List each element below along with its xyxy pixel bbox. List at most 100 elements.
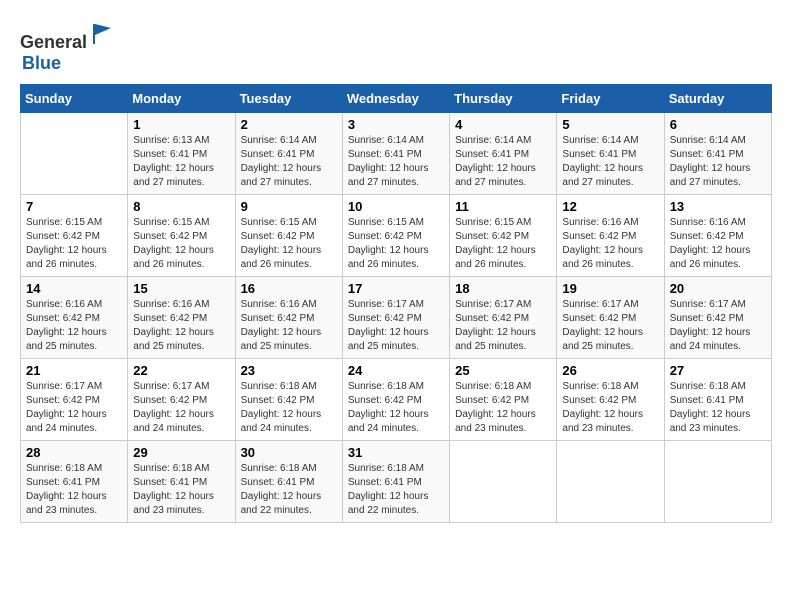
calendar-day-cell: 4Sunrise: 6:14 AMSunset: 6:41 PMDaylight… [450,113,557,195]
day-number: 2 [241,117,337,132]
day-info: Sunrise: 6:14 AMSunset: 6:41 PMDaylight:… [670,134,766,190]
day-number: 9 [241,199,337,214]
day-info: Sunrise: 6:17 AMSunset: 6:42 PMDaylight:… [670,298,766,354]
day-info: Sunrise: 6:15 AMSunset: 6:42 PMDaylight:… [348,216,444,272]
day-number: 15 [133,281,229,296]
day-number: 19 [562,281,658,296]
calendar-day-cell: 6 Sunrise: 6:14 AMSunset: 6:41 PMDaylight… [664,113,771,195]
day-number: 29 [133,445,229,460]
calendar-day-cell [664,441,771,523]
calendar-day-cell: 14 Sunrise: 6:16 AMSunset: 6:42 PMDayligh… [21,277,128,359]
day-info: Sunrise: 6:18 AMSunset: 6:41 PMDaylight:… [670,380,766,436]
day-info: Sunrise: 6:18 AMSunset: 6:42 PMDaylight:… [455,380,551,436]
day-number: 10 [348,199,444,214]
calendar-day-cell: 17Sunrise: 6:17 AMSunset: 6:42 PMDayligh… [342,277,449,359]
calendar-day-cell: 27 Sunrise: 6:18 AMSunset: 6:41 PMDayligh… [664,359,771,441]
calendar-day-cell: 16 Sunrise: 6:16 AMSunset: 6:42 PMDayligh… [235,277,342,359]
day-info: Sunrise: 6:13 AMSunset: 6:41 PMDaylight:… [133,134,229,190]
day-info: Sunrise: 6:16 AMSunset: 6:42 PMDaylight:… [133,298,229,354]
calendar-day-cell: 8 Sunrise: 6:15 AMSunset: 6:42 PMDaylight… [128,195,235,277]
day-info: Sunrise: 6:16 AMSunset: 6:42 PMDaylight:… [562,216,658,272]
logo-flag-icon [89,20,117,48]
day-info: Sunrise: 6:15 AMSunset: 6:42 PMDaylight:… [26,216,122,272]
calendar-day-cell: 21Sunrise: 6:17 AMSunset: 6:42 PMDayligh… [21,359,128,441]
day-info: Sunrise: 6:18 AMSunset: 6:41 PMDaylight:… [133,462,229,518]
calendar-day-cell: 15 Sunrise: 6:16 AMSunset: 6:42 PMDayligh… [128,277,235,359]
calendar-day-cell: 23 Sunrise: 6:18 AMSunset: 6:42 PMDayligh… [235,359,342,441]
day-info: Sunrise: 6:18 AMSunset: 6:42 PMDaylight:… [241,380,337,436]
calendar-day-cell: 26 Sunrise: 6:18 AMSunset: 6:42 PMDayligh… [557,359,664,441]
day-number: 12 [562,199,658,214]
day-info: Sunrise: 6:15 AMSunset: 6:42 PMDaylight:… [133,216,229,272]
calendar-day-cell: 3 Sunrise: 6:14 AMSunset: 6:41 PMDaylight… [342,113,449,195]
day-info: Sunrise: 6:18 AMSunset: 6:42 PMDaylight:… [348,380,444,436]
day-number: 17 [348,281,444,296]
day-info: Sunrise: 6:14 AMSunset: 6:41 PMDaylight:… [455,134,551,190]
logo-text: General Blue [20,20,117,74]
day-number: 23 [241,363,337,378]
day-info: Sunrise: 6:14 AMSunset: 6:41 PMDaylight:… [348,134,444,190]
day-info: Sunrise: 6:17 AMSunset: 6:42 PMDaylight:… [133,380,229,436]
day-number: 3 [348,117,444,132]
day-info: Sunrise: 6:15 AMSunset: 6:42 PMDaylight:… [455,216,551,272]
day-info: Sunrise: 6:17 AMSunset: 6:42 PMDaylight:… [562,298,658,354]
calendar-week-row: 7 Sunrise: 6:15 AMSunset: 6:42 PMDaylight… [21,195,772,277]
logo-blue: Blue [22,53,61,73]
logo-general: General [20,32,87,52]
calendar-day-cell: 5 Sunrise: 6:14 AMSunset: 6:41 PMDaylight… [557,113,664,195]
day-number: 6 [670,117,766,132]
day-number: 13 [670,199,766,214]
calendar-week-row: 14 Sunrise: 6:16 AMSunset: 6:42 PMDayligh… [21,277,772,359]
day-number: 5 [562,117,658,132]
calendar-day-cell: 22 Sunrise: 6:17 AMSunset: 6:42 PMDayligh… [128,359,235,441]
calendar-day-cell: 13 Sunrise: 6:16 AMSunset: 6:42 PMDayligh… [664,195,771,277]
day-number: 30 [241,445,337,460]
calendar-table: SundayMondayTuesdayWednesdayThursdayFrid… [20,84,772,523]
day-info: Sunrise: 6:14 AMSunset: 6:41 PMDaylight:… [562,134,658,190]
day-info: Sunrise: 6:16 AMSunset: 6:42 PMDaylight:… [241,298,337,354]
day-info: Sunrise: 6:17 AMSunset: 6:42 PMDaylight:… [455,298,551,354]
day-info: Sunrise: 6:16 AMSunset: 6:42 PMDaylight:… [670,216,766,272]
calendar-day-cell: 19 Sunrise: 6:17 AMSunset: 6:42 PMDayligh… [557,277,664,359]
calendar-day-cell: 24 Sunrise: 6:18 AMSunset: 6:42 PMDayligh… [342,359,449,441]
calendar-day-cell: 29 Sunrise: 6:18 AMSunset: 6:41 PMDayligh… [128,441,235,523]
calendar-day-cell: 30 Sunrise: 6:18 AMSunset: 6:41 PMDayligh… [235,441,342,523]
day-number: 26 [562,363,658,378]
calendar-day-cell: 2 Sunrise: 6:14 AMSunset: 6:41 PMDaylight… [235,113,342,195]
day-number: 22 [133,363,229,378]
day-of-week-header: Thursday [450,85,557,113]
day-number: 24 [348,363,444,378]
day-number: 16 [241,281,337,296]
day-of-week-header: Saturday [664,85,771,113]
calendar-day-cell: 12 Sunrise: 6:16 AMSunset: 6:42 PMDayligh… [557,195,664,277]
day-info: Sunrise: 6:18 AMSunset: 6:41 PMDaylight:… [348,462,444,518]
day-number: 11 [455,199,551,214]
day-info: Sunrise: 6:14 AMSunset: 6:41 PMDaylight:… [241,134,337,190]
calendar-day-cell: 25Sunrise: 6:18 AMSunset: 6:42 PMDayligh… [450,359,557,441]
day-info: Sunrise: 6:18 AMSunset: 6:41 PMDaylight:… [241,462,337,518]
day-number: 14 [26,281,122,296]
day-of-week-header: Wednesday [342,85,449,113]
calendar-day-cell: 1Sunrise: 6:13 AMSunset: 6:41 PMDaylight… [128,113,235,195]
day-number: 27 [670,363,766,378]
calendar-day-cell: 20 Sunrise: 6:17 AMSunset: 6:42 PMDayligh… [664,277,771,359]
calendar-header-row: SundayMondayTuesdayWednesdayThursdayFrid… [21,85,772,113]
day-of-week-header: Tuesday [235,85,342,113]
calendar-day-cell: 11 Sunrise: 6:15 AMSunset: 6:42 PMDayligh… [450,195,557,277]
day-info: Sunrise: 6:16 AMSunset: 6:42 PMDaylight:… [26,298,122,354]
day-of-week-header: Monday [128,85,235,113]
day-number: 8 [133,199,229,214]
day-info: Sunrise: 6:18 AMSunset: 6:42 PMDaylight:… [562,380,658,436]
day-info: Sunrise: 6:17 AMSunset: 6:42 PMDaylight:… [26,380,122,436]
calendar-week-row: 1Sunrise: 6:13 AMSunset: 6:41 PMDaylight… [21,113,772,195]
day-of-week-header: Sunday [21,85,128,113]
calendar-week-row: 28 Sunrise: 6:18 AMSunset: 6:41 PMDayligh… [21,441,772,523]
day-number: 20 [670,281,766,296]
logo: General Blue [20,20,117,74]
day-number: 18 [455,281,551,296]
day-number: 7 [26,199,122,214]
calendar-day-cell [450,441,557,523]
day-number: 28 [26,445,122,460]
calendar-day-cell: 10 Sunrise: 6:15 AMSunset: 6:42 PMDayligh… [342,195,449,277]
calendar-day-cell: 7 Sunrise: 6:15 AMSunset: 6:42 PMDaylight… [21,195,128,277]
